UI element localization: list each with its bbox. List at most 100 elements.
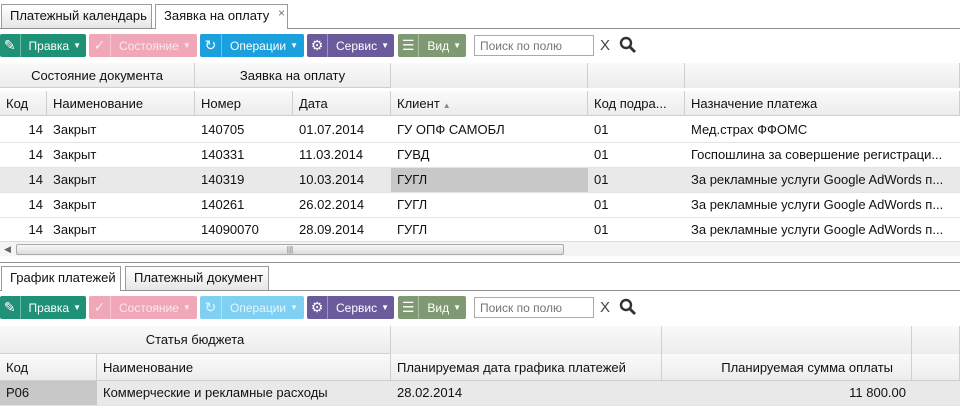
edit-button[interactable]: ✎ Правка ▼ bbox=[0, 34, 86, 57]
column-header-planned-date[interactable]: Планируемая дата графика платежей bbox=[391, 354, 662, 381]
cell-number[interactable]: 140261 bbox=[195, 193, 293, 217]
tab-payment-request[interactable]: Заявка на оплату × bbox=[155, 4, 288, 29]
cell-purpose[interactable]: Госпошлина за совершение регистраци... bbox=[685, 143, 960, 167]
cell-division-code[interactable]: 01 bbox=[588, 193, 685, 217]
header-spacer bbox=[662, 326, 912, 354]
service-label: Сервис bbox=[335, 38, 378, 53]
service-button[interactable]: ⚙ Сервис ▼ bbox=[307, 34, 394, 57]
clear-search-button[interactable]: X bbox=[600, 37, 610, 54]
operations-label: Операции bbox=[230, 38, 287, 53]
cell-name[interactable]: Закрыт bbox=[47, 193, 195, 217]
cell-purpose[interactable]: За рекламные услуги Google AdWords п... bbox=[685, 168, 960, 192]
search-icon[interactable] bbox=[619, 298, 637, 316]
chevron-down-icon: ▼ bbox=[73, 41, 81, 50]
cell-purpose[interactable]: За рекламные услуги Google AdWords п... bbox=[685, 193, 960, 217]
cell-name[interactable]: Закрыт bbox=[47, 218, 195, 242]
table-row[interactable]: 14 Закрыт 140261 26.02.2014 ГУГЛ 01 За рекламн… bbox=[0, 193, 960, 218]
column-header-client[interactable]: Клиент ▲ bbox=[391, 91, 588, 116]
table-row[interactable]: 14 Закрыт 14090070 28.09.2014 ГУГЛ 01 За рекла… bbox=[0, 218, 960, 243]
cell-date[interactable]: 11.03.2014 bbox=[293, 143, 391, 167]
column-header-number[interactable]: Номер bbox=[195, 91, 293, 116]
operations-button[interactable]: ↻ Операции ▼ bbox=[200, 296, 304, 319]
cell-code[interactable]: 14 bbox=[0, 218, 47, 242]
cell-name[interactable]: Закрыт bbox=[47, 168, 195, 192]
operations-button[interactable]: ↻ Операции ▼ bbox=[200, 34, 304, 57]
tab-payment-document[interactable]: Платежный документ bbox=[125, 266, 269, 290]
view-button[interactable]: ☰ Вид ▼ bbox=[398, 34, 466, 57]
search-input[interactable] bbox=[474, 35, 594, 56]
refresh-icon: ↻ bbox=[200, 34, 222, 57]
cell-budget-code[interactable]: Р06 bbox=[0, 381, 97, 405]
close-icon[interactable]: × bbox=[278, 2, 285, 24]
cell-code[interactable]: 14 bbox=[0, 168, 47, 192]
clear-search-button[interactable]: X bbox=[600, 299, 610, 316]
client-header-label: Клиент bbox=[397, 96, 440, 111]
table-row[interactable]: 14 Закрыт 140705 01.07.2014 ГУ ОПФ САМОБЛ 01 М… bbox=[0, 118, 960, 143]
sort-ascending-icon: ▲ bbox=[442, 101, 451, 110]
table-row[interactable]: 14 Закрыт 140319 10.03.2014 ГУГЛ 01 За рекламн… bbox=[0, 168, 960, 193]
column-header-name[interactable]: Наименование bbox=[47, 91, 195, 116]
cell-number[interactable]: 14090070 bbox=[195, 218, 293, 242]
edit-label: Правка bbox=[28, 38, 70, 53]
column-header-budget-name[interactable]: Наименование bbox=[97, 354, 391, 381]
cell-code[interactable]: 14 bbox=[0, 143, 47, 167]
cell-name[interactable]: Закрыт bbox=[47, 118, 195, 142]
cell-client[interactable]: ГУГЛ bbox=[391, 218, 588, 242]
tab-label: Платежный календарь bbox=[10, 8, 147, 23]
table-row[interactable]: 14 Закрыт 140331 11.03.2014 ГУВД 01 Госпошлина… bbox=[0, 143, 960, 168]
check-circle-icon: ✓ bbox=[89, 34, 111, 57]
cell-planned-amount[interactable]: 11 800.00 bbox=[662, 381, 912, 405]
cell-client[interactable]: ГУВД bbox=[391, 143, 588, 167]
state-button[interactable]: ✓ Состояние ▼ bbox=[89, 296, 197, 319]
service-label: Сервис bbox=[335, 300, 378, 315]
top-toolbar: ✎ Правка ▼ ✓ Состояние ▼ ↻ Операции ▼ ⚙ … bbox=[0, 31, 960, 61]
cell-date[interactable]: 28.09.2014 bbox=[293, 218, 391, 242]
group-header-request: Заявка на оплату bbox=[195, 63, 391, 88]
state-button[interactable]: ✓ Состояние ▼ bbox=[89, 34, 197, 57]
cell-name[interactable]: Закрыт bbox=[47, 143, 195, 167]
column-header-budget-code[interactable]: Код bbox=[0, 354, 97, 381]
cell-division-code[interactable]: 01 bbox=[588, 118, 685, 142]
column-header-code[interactable]: Код bbox=[0, 91, 47, 116]
cell-client[interactable]: ГУГЛ bbox=[391, 193, 588, 217]
group-header-budget-item: Статья бюджета bbox=[0, 326, 391, 354]
cell-number[interactable]: 140705 bbox=[195, 118, 293, 142]
cell-number[interactable]: 140319 bbox=[195, 168, 293, 192]
column-header-division-code[interactable]: Код подра... bbox=[588, 91, 685, 116]
horizontal-scrollbar[interactable]: ◀ ||| bbox=[0, 241, 960, 256]
cell-division-code[interactable]: 01 bbox=[588, 218, 685, 242]
cell-code[interactable]: 14 bbox=[0, 118, 47, 142]
table-row[interactable]: Р06 Коммерческие и рекламные расходы 28.02… bbox=[0, 381, 960, 406]
cell-division-code[interactable]: 01 bbox=[588, 168, 685, 192]
column-header-date[interactable]: Дата bbox=[293, 91, 391, 116]
cell-purpose[interactable]: Мед.страх ФФОМС bbox=[685, 118, 960, 142]
tab-label: Платежный документ bbox=[134, 270, 264, 285]
cell-date[interactable]: 10.03.2014 bbox=[293, 168, 391, 192]
scroll-left-icon[interactable]: ◀ bbox=[4, 244, 11, 255]
tab-payment-schedule[interactable]: График платежей bbox=[1, 266, 121, 291]
cell-division-code[interactable]: 01 bbox=[588, 143, 685, 167]
column-header-planned-amount[interactable]: Планируемая сумма оплаты bbox=[662, 354, 912, 381]
cell-number[interactable]: 140331 bbox=[195, 143, 293, 167]
chevron-down-icon: ▼ bbox=[453, 303, 461, 312]
cell-client[interactable]: ГУ ОПФ САМОБЛ bbox=[391, 118, 588, 142]
cell-client[interactable]: ГУГЛ bbox=[391, 168, 588, 192]
scrollbar-thumb[interactable]: ||| bbox=[16, 244, 564, 255]
check-circle-icon: ✓ bbox=[89, 296, 111, 319]
search-input[interactable] bbox=[474, 297, 594, 318]
cell-purpose[interactable]: За рекламные услуги Google AdWords п... bbox=[685, 218, 960, 242]
tab-payment-calendar[interactable]: Платежный календарь bbox=[1, 4, 152, 28]
cell-budget-name[interactable]: Коммерческие и рекламные расходы bbox=[97, 381, 391, 405]
edit-button[interactable]: ✎ Правка ▼ bbox=[0, 296, 86, 319]
scroll-grip: ||| bbox=[286, 245, 294, 254]
view-button[interactable]: ☰ Вид ▼ bbox=[398, 296, 466, 319]
service-button[interactable]: ⚙ Сервис ▼ bbox=[307, 296, 394, 319]
column-header-purpose[interactable]: Назначение платежа bbox=[685, 91, 960, 116]
tab-label: Заявка на оплату bbox=[164, 8, 270, 23]
chevron-down-icon: ▼ bbox=[381, 41, 389, 50]
cell-planned-date[interactable]: 28.02.2014 bbox=[391, 381, 662, 405]
search-icon[interactable] bbox=[619, 36, 637, 54]
cell-date[interactable]: 26.02.2014 bbox=[293, 193, 391, 217]
cell-code[interactable]: 14 bbox=[0, 193, 47, 217]
cell-date[interactable]: 01.07.2014 bbox=[293, 118, 391, 142]
